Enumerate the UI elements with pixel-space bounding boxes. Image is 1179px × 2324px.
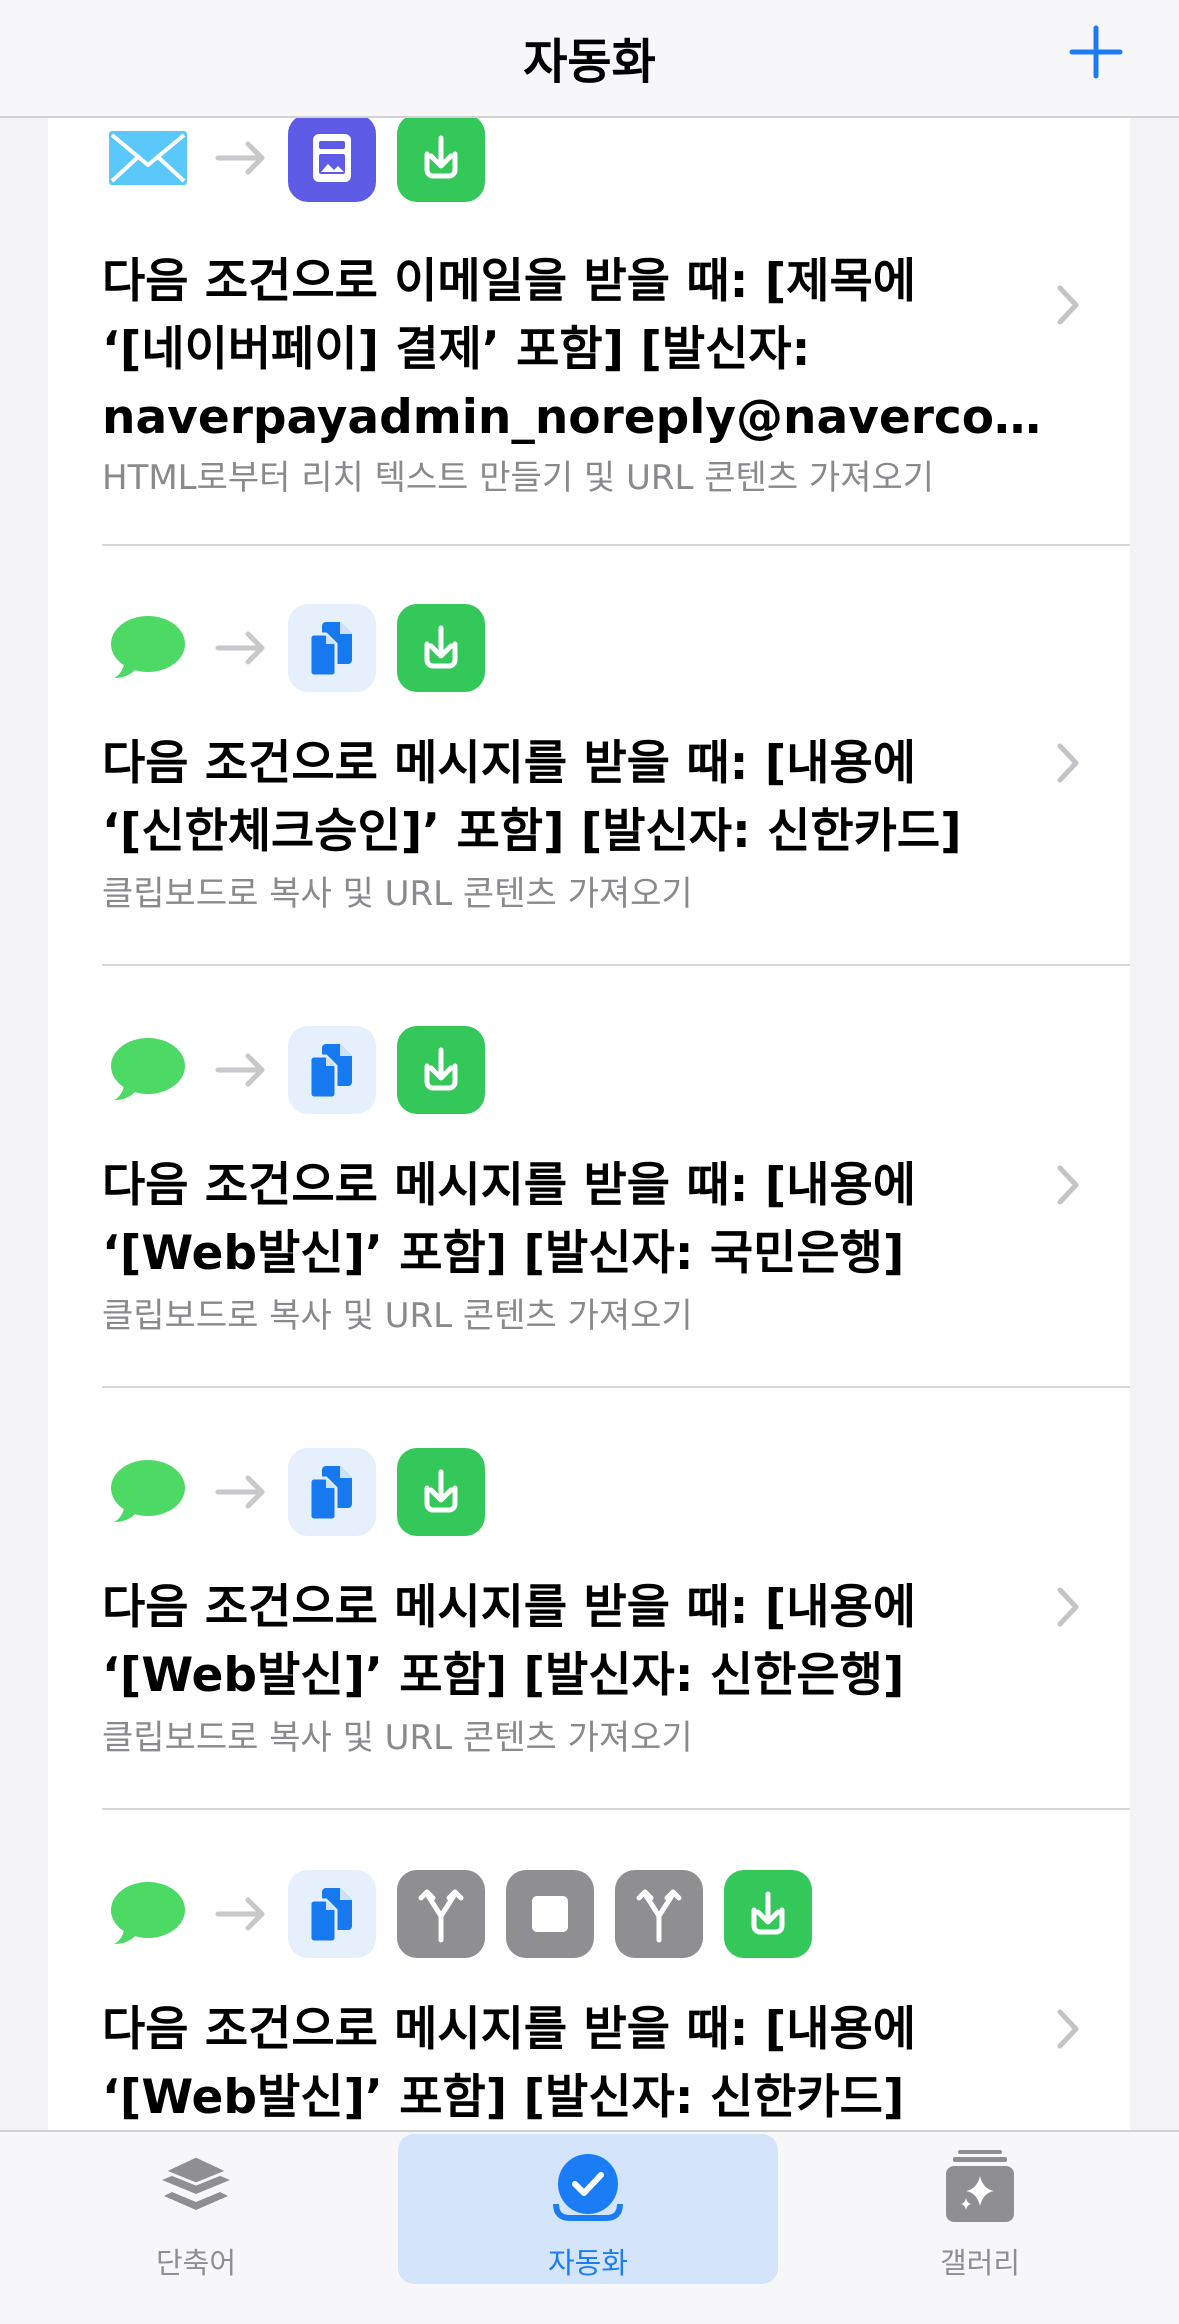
chevron-right-icon	[1054, 1584, 1084, 1630]
row-divider	[102, 1808, 1130, 1810]
automation-title-line: 다음 조건으로 메시지를 받을 때: [내용에	[102, 2002, 916, 2057]
sparkles-gallery-icon	[946, 2150, 1014, 2222]
automation-title-line: ‘[네이버페이] 결제’ 포함] [발신자:	[102, 322, 811, 377]
automation-row-email[interactable]: 다음 조건으로 이메일을 받을 때: [제목에 ‘[네이버페이] 결제’ 포함]…	[48, 116, 1130, 546]
copy-icon	[288, 1448, 376, 1536]
automation-title-line: 다음 조건으로 메시지를 받을 때: [내용에	[102, 1158, 916, 1213]
stop-icon	[506, 1870, 594, 1958]
arrow-right-icon	[212, 1870, 272, 1958]
row-divider	[102, 964, 1130, 966]
download-icon	[397, 116, 485, 202]
download-icon	[724, 1870, 812, 1958]
action-icons	[104, 116, 506, 202]
automation-title-line: naverpayadmin_noreply@navercorp.com]	[102, 390, 1042, 445]
automation-row-message[interactable]: 다음 조건으로 메시지를 받을 때: [내용에 ‘[Web발신]’ 포함] [발…	[48, 1026, 1130, 1448]
automation-row-message[interactable]: 다음 조건으로 메시지를 받을 때: [내용에 ‘[Web발신]’ 포함] [발…	[48, 1448, 1130, 1870]
tab-gallery[interactable]: 갤러리	[790, 2134, 1170, 2284]
page-title: 자동화	[523, 34, 656, 90]
automation-list: 다음 조건으로 이메일을 받을 때: [제목에 ‘[네이버페이] 결제’ 포함]…	[48, 116, 1130, 2130]
automation-title-line: ‘[Web발신]’ 포함] [발신자: 국민은행]	[102, 1226, 905, 1281]
tab-bar: 단축어 자동화 갤러리	[0, 2130, 1179, 2324]
copy-icon	[288, 604, 376, 692]
automation-title-line: ‘[Web발신]’ 포함] [발신자: 신한은행]	[102, 1648, 905, 1703]
automation-row-message[interactable]: 다음 조건으로 메시지를 받을 때: [내용에 ‘[신한체크승인]’ 포함] […	[48, 604, 1130, 1026]
chevron-right-icon	[1054, 740, 1084, 786]
message-icon	[104, 1448, 192, 1536]
action-icons	[104, 604, 506, 692]
tab-label: 단축어	[155, 2246, 237, 2280]
download-icon	[397, 1448, 485, 1536]
arrow-right-icon	[212, 1026, 272, 1114]
copy-icon	[288, 1026, 376, 1114]
arrow-right-icon	[212, 1448, 272, 1536]
tab-label: 자동화	[547, 2246, 629, 2280]
automation-subtitle: 클립보드로 복사 및 URL 콘텐츠 가져오기	[102, 1296, 693, 1336]
checkmark-circle-icon	[553, 2154, 623, 2221]
automation-title-line: 다음 조건으로 메시지를 받을 때: [내용에	[102, 1580, 916, 1635]
text-image-icon	[288, 116, 376, 202]
arrow-right-icon	[212, 604, 272, 692]
message-icon	[104, 1026, 192, 1114]
message-icon	[104, 1870, 192, 1958]
copy-icon	[288, 1870, 376, 1958]
mail-icon	[104, 116, 192, 202]
action-icons	[104, 1870, 833, 1958]
automation-title-line: ‘[Web발신]’ 포함] [발신자: 신한카드]	[102, 2070, 905, 2125]
branch-icon	[615, 1870, 703, 1958]
tab-automation[interactable]: 자동화	[398, 2134, 778, 2284]
automation-title-line: 다음 조건으로 이메일을 받을 때: [제목에	[102, 254, 916, 309]
row-divider	[102, 544, 1130, 546]
arrow-right-icon	[212, 116, 272, 202]
layers-icon	[160, 2154, 232, 2210]
action-icons	[104, 1448, 506, 1536]
tab-shortcuts[interactable]: 단축어	[6, 2134, 386, 2284]
navigation-bar: 자동화	[0, 0, 1179, 118]
automation-subtitle: 클립보드로 복사 및 URL 콘텐츠 가져오기	[102, 874, 693, 914]
chevron-right-icon	[1054, 282, 1084, 328]
automation-title-line: ‘[신한체크승인]’ 포함] [발신자: 신한카드]	[102, 804, 962, 859]
automation-subtitle: 클립보드로 복사 및 URL 콘텐츠 가져오기	[102, 1718, 693, 1758]
automation-subtitle: HTML로부터 리치 텍스트 만들기 및 URL 콘텐츠 가져오기	[102, 458, 935, 498]
chevron-right-icon	[1054, 2006, 1084, 2052]
action-icons	[104, 1026, 506, 1114]
message-icon	[104, 604, 192, 692]
tab-label: 갤러리	[939, 2246, 1021, 2280]
branch-icon	[397, 1870, 485, 1958]
automation-title-line: 다음 조건으로 메시지를 받을 때: [내용에	[102, 736, 916, 791]
download-icon	[397, 604, 485, 692]
row-divider	[102, 1386, 1130, 1388]
chevron-right-icon	[1054, 1162, 1084, 1208]
automation-row-message[interactable]: 다음 조건으로 메시지를 받을 때: [내용에 ‘[Web발신]’ 포함] [발…	[48, 1870, 1130, 2130]
download-icon	[397, 1026, 485, 1114]
plus-icon[interactable]	[1066, 22, 1126, 82]
